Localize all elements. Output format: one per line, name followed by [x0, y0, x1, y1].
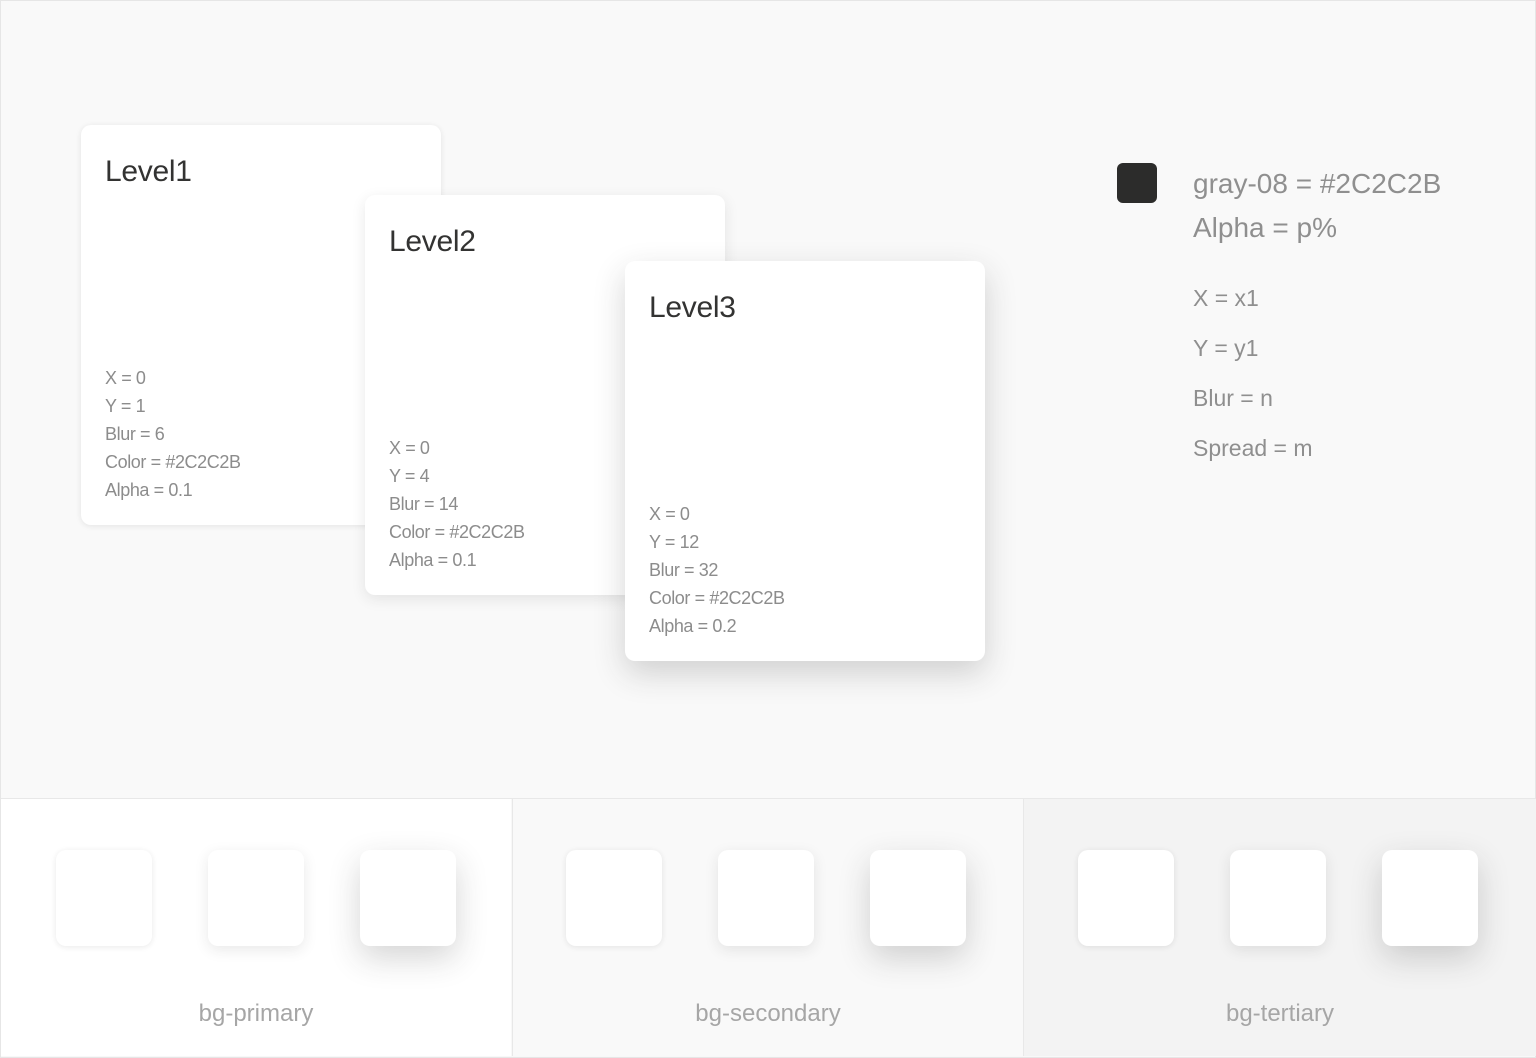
level3-spec-blur: Blur = 32 — [649, 560, 718, 580]
level3-spec-alpha: Alpha = 0.2 — [649, 616, 737, 636]
bg-primary-label: bg-primary — [198, 1000, 314, 1027]
level1-spec-alpha: Alpha = 0.1 — [105, 480, 193, 500]
legend-param-y: Y = y1 — [1193, 335, 1259, 361]
bg-secondary-level1-swatch — [566, 850, 662, 946]
level1-specs: X = 0 Y = 1 Blur = 6 Color = #2C2C2B Alp… — [105, 364, 241, 504]
legend-param-x: X = x1 — [1193, 285, 1259, 311]
level3-specs: X = 0 Y = 12 Blur = 32 Color = #2C2C2B A… — [649, 500, 785, 640]
level2-spec-alpha: Alpha = 0.1 — [389, 550, 477, 570]
level1-spec-y: Y = 1 — [105, 396, 146, 416]
bg-tertiary-label: bg-tertiary — [1225, 1000, 1335, 1027]
bg-tertiary-level3-swatch — [1382, 850, 1478, 946]
level2-spec-y: Y = 4 — [389, 466, 430, 486]
elevation-showcase: Level1 X = 0 Y = 1 Blur = 6 Color = #2C2… — [1, 1, 1535, 799]
shadow-color-swatch — [1117, 163, 1157, 203]
level1-spec-blur: Blur = 6 — [105, 424, 165, 444]
level2-spec-x: X = 0 — [389, 438, 430, 458]
bg-primary-level2-swatch — [208, 850, 304, 946]
bg-secondary-level2-swatch — [718, 850, 814, 946]
bg-tertiary-level2-swatch — [1230, 850, 1326, 946]
bg-primary-level3-swatch — [360, 850, 456, 946]
bg-secondary-label: bg-secondary — [695, 1000, 841, 1027]
legend-color-info: gray-08 = #2C2C2B Alpha = p% — [1193, 162, 1441, 250]
bg-tertiary-panel: bg-tertiary — [1023, 799, 1536, 1056]
bg-tertiary-level1-swatch — [1078, 850, 1174, 946]
legend-params: X = x1 Y = y1 Blur = n Spread = m — [1193, 273, 1313, 473]
level2-title: Level2 — [389, 225, 476, 258]
bg-primary-level1-swatch — [56, 850, 152, 946]
level2-specs: X = 0 Y = 4 Blur = 14 Color = #2C2C2B Al… — [389, 434, 525, 574]
bg-secondary-level3-swatch — [870, 850, 966, 946]
legend-param-spread: Spread = m — [1193, 435, 1313, 461]
level1-title: Level1 — [105, 155, 192, 188]
level2-spec-blur: Blur = 14 — [389, 494, 458, 514]
bg-secondary-panel: bg-secondary — [512, 799, 1023, 1056]
level1-spec-color: Color = #2C2C2B — [105, 452, 241, 472]
level3-spec-x: X = 0 — [649, 504, 690, 524]
level3-title: Level3 — [649, 291, 736, 324]
level3-spec-color: Color = #2C2C2B — [649, 588, 785, 608]
legend-alpha-line: Alpha = p% — [1193, 212, 1337, 243]
level3-spec-y: Y = 12 — [649, 532, 699, 552]
bg-primary-panel: bg-primary — [1, 799, 511, 1056]
level3-card: Level3 X = 0 Y = 12 Blur = 32 Color = #2… — [625, 261, 985, 661]
legend-param-blur: Blur = n — [1193, 385, 1273, 411]
level2-spec-color: Color = #2C2C2B — [389, 522, 525, 542]
level1-spec-x: X = 0 — [105, 368, 146, 388]
legend-color-line: gray-08 = #2C2C2B — [1193, 168, 1442, 199]
